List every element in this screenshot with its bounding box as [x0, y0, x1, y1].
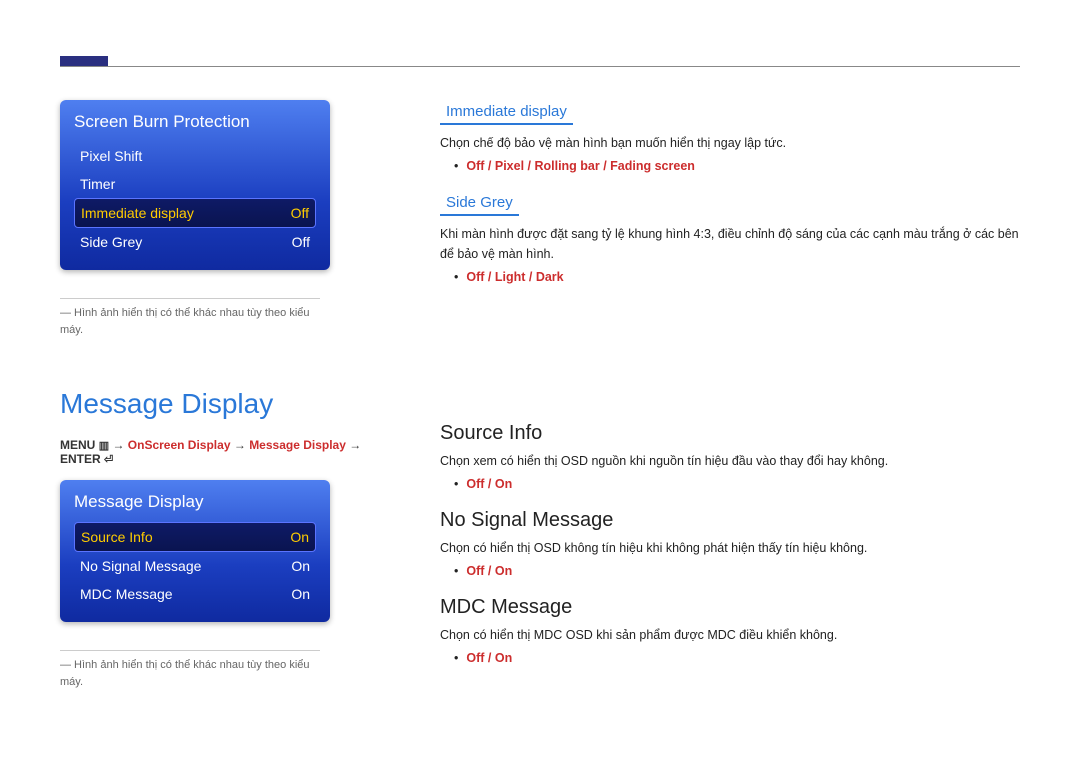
osd-row-value: On: [290, 529, 309, 545]
osd-row-label: No Signal Message: [80, 558, 201, 574]
footnote-text: ― Hình ảnh hiển thị có thể khác nhau tùy…: [60, 650, 320, 690]
osd-panel-message-display: Message Display Source Info On No Signal…: [60, 480, 330, 622]
nav-arrow: →: [349, 438, 361, 452]
section-heading-message-display: Message Display: [60, 388, 380, 420]
osd-row-label: Pixel Shift: [80, 148, 142, 164]
option-values: Off / On: [466, 477, 512, 491]
enter-icon: ⏎: [104, 454, 113, 466]
subheading-source-info: Source Info: [440, 422, 1020, 445]
subheading-immediate-display: Immediate display: [440, 100, 573, 125]
subheading-mdc-message: MDC Message: [440, 596, 1020, 619]
osd-row-mdc-message: MDC Message On: [74, 580, 316, 608]
footnote-text: ― Hình ảnh hiển thị có thể khác nhau tùy…: [60, 298, 320, 338]
accent-bar: [60, 56, 108, 66]
nav-arrow: →: [112, 438, 124, 452]
osd-row-value: Off: [291, 205, 309, 221]
menu-breadcrumb: MENU ▥ → OnScreen Display → Message Disp…: [60, 438, 380, 466]
option-values: Off / On: [466, 564, 512, 578]
osd-row-timer: Timer: [74, 170, 316, 198]
osd-row-immediate-display: Immediate display Off: [74, 198, 316, 228]
description-text: Chọn có hiển thị MDC OSD khi sản phẩm đư…: [440, 625, 1020, 645]
osd-row-no-signal-message: No Signal Message On: [74, 552, 316, 580]
nav-step-onscreen-display: OnScreen Display: [128, 438, 231, 452]
osd-title: Screen Burn Protection: [74, 112, 316, 132]
nav-menu-label: MENU: [60, 438, 95, 452]
description-text: Khi màn hình được đặt sang tỷ lệ khung h…: [440, 224, 1020, 264]
osd-row-value: Off: [292, 234, 310, 250]
option-values: Off / Light / Dark: [466, 270, 563, 284]
option-list: Off / Pixel / Rolling bar / Fading scree…: [454, 159, 1020, 173]
nav-arrow: →: [234, 438, 246, 452]
osd-row-label: MDC Message: [80, 586, 173, 602]
osd-row-label: Timer: [80, 176, 115, 192]
description-text: Chọn có hiển thị OSD không tín hiệu khi …: [440, 538, 1020, 558]
nav-step-message-display: Message Display: [249, 438, 346, 452]
top-horizontal-rule: [60, 66, 1020, 67]
subheading-no-signal-message: No Signal Message: [440, 509, 1020, 532]
osd-row-label: Immediate display: [81, 205, 194, 221]
osd-panel-screen-burn-protection: Screen Burn Protection Pixel Shift Timer…: [60, 100, 330, 270]
description-text: Chọn chế độ bảo vệ màn hình bạn muốn hiể…: [440, 133, 1020, 153]
option-values: Off / Pixel / Rolling bar / Fading scree…: [466, 159, 695, 173]
option-list: Off / On: [454, 651, 1020, 665]
option-list: Off / On: [454, 477, 1020, 491]
option-list: Off / Light / Dark: [454, 270, 1020, 284]
menu-icon: ▥: [99, 440, 109, 452]
osd-row-source-info: Source Info On: [74, 522, 316, 552]
osd-row-label: Source Info: [81, 529, 153, 545]
osd-row-side-grey: Side Grey Off: [74, 228, 316, 256]
osd-row-pixel-shift: Pixel Shift: [74, 142, 316, 170]
subheading-side-grey: Side Grey: [440, 191, 519, 216]
osd-row-value: On: [291, 558, 310, 574]
option-values: Off / On: [466, 651, 512, 665]
option-list: Off / On: [454, 564, 1020, 578]
osd-title: Message Display: [74, 492, 316, 512]
description-text: Chọn xem có hiển thị OSD nguồn khi nguồn…: [440, 451, 1020, 471]
osd-row-label: Side Grey: [80, 234, 142, 250]
osd-row-value: On: [291, 586, 310, 602]
nav-enter-label: ENTER: [60, 452, 101, 466]
